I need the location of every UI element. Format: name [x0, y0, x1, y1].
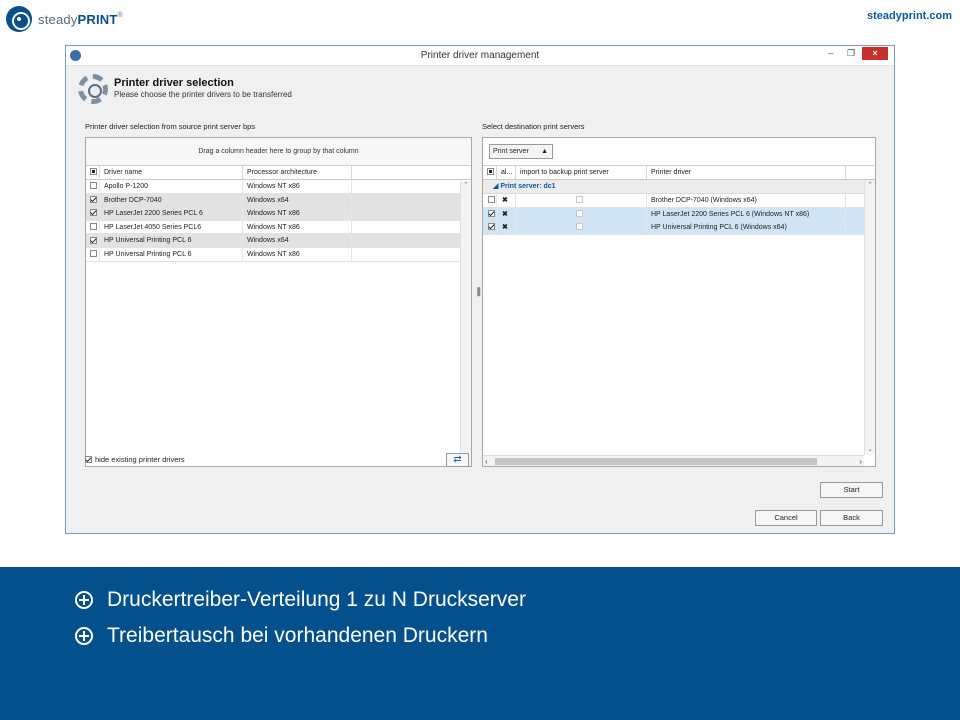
destination-section-label: Select destination print servers — [482, 122, 585, 131]
column-driver-name[interactable]: Driver name — [100, 166, 243, 179]
close-button[interactable]: × — [862, 47, 888, 60]
select-all-checkbox[interactable] — [483, 166, 497, 179]
table-row[interactable]: ✖ HP Universal Printing PCL 6 (Windows x6… — [483, 221, 875, 235]
select-all-checkbox[interactable] — [86, 166, 100, 179]
table-row[interactable]: Brother DCP-7040 Windows x64 — [86, 193, 471, 208]
feature-band: Druckertreiber-Verteilung 1 zu N Druckse… — [0, 567, 960, 720]
steadyprint-bullet-icon — [75, 591, 93, 609]
architecture-cell: Windows x64 — [243, 234, 352, 247]
backup-checkbox[interactable] — [516, 194, 647, 207]
column-action[interactable]: al... — [497, 166, 516, 179]
row-checkbox[interactable] — [86, 207, 100, 220]
destination-driver-rows: ✖ Brother DCP-7040 (Windows x64) ✖ HP Laser… — [483, 194, 875, 235]
row-checkbox[interactable] — [86, 234, 100, 247]
printer-driver-cell: HP LaserJet 2200 Series PCL 6 (Windows N… — [647, 207, 846, 221]
table-row[interactable]: HP Universal Printing PCL 6 Windows x64 — [86, 234, 471, 248]
slide: { "brand": { "word_light": "steady", "wo… — [0, 0, 960, 720]
grid-header: al... import to backup print server Prin… — [483, 166, 875, 180]
driver-name-cell: HP Universal Printing PCL 6 — [100, 247, 243, 261]
brand-wordmark: steadyPRINT® — [38, 11, 123, 27]
printer-driver-cell: Brother DCP-7040 (Windows x64) — [647, 194, 846, 207]
driver-name-cell: HP LaserJet 4050 Series PCL6 — [100, 220, 243, 234]
table-row[interactable]: Apollo P-1200 Windows NT x86 — [86, 180, 471, 194]
architecture-cell: Windows NT x86 — [243, 180, 352, 193]
remove-icon[interactable]: ✖ — [497, 221, 516, 234]
scroll-up-icon[interactable]: ⌃ — [461, 181, 471, 191]
cancel-button[interactable]: Cancel — [755, 510, 817, 526]
table-row[interactable]: HP Universal Printing PCL 6 Windows NT x8… — [86, 247, 471, 262]
group-by-hint: Drag a column header here to group by th… — [86, 138, 471, 166]
architecture-cell: Windows NT x86 — [243, 220, 352, 234]
hide-existing-checkbox[interactable] — [85, 455, 92, 463]
source-driver-grid: Drag a column header here to group by th… — [85, 137, 472, 467]
table-row[interactable]: HP LaserJet 2200 Series PCL 6 Windows NT … — [86, 207, 471, 221]
remove-icon[interactable]: ✖ — [497, 194, 516, 207]
scroll-right-icon[interactable]: › — [859, 456, 862, 467]
bullet-item: Druckertreiber-Verteilung 1 zu N Druckse… — [75, 588, 526, 612]
row-checkbox[interactable] — [86, 220, 100, 234]
refresh-button[interactable]: ⇄ — [446, 453, 469, 467]
brand-logo-group: steadyPRINT® — [6, 4, 123, 34]
bullet-item: Treibertausch bei vorhandenen Druckern — [75, 624, 488, 648]
maximize-button[interactable]: ❐ — [844, 47, 858, 59]
vertical-scrollbar[interactable]: ⌃ ⌄ — [460, 181, 471, 466]
start-button[interactable]: Start — [820, 482, 883, 498]
row-checkbox[interactable] — [86, 193, 100, 207]
steadyprint-bullet-icon — [75, 627, 93, 645]
table-row[interactable]: ✖ HP LaserJet 2200 Series PCL 6 (Windows … — [483, 207, 875, 222]
row-checkbox[interactable] — [483, 194, 497, 207]
minimize-button[interactable]: – — [824, 47, 838, 59]
page-title: Printer driver selection — [114, 77, 234, 89]
printer-driver-management-window: Printer driver management – ❐ × Printer … — [65, 45, 895, 534]
table-row[interactable]: ✖ Brother DCP-7040 (Windows x64) — [483, 194, 875, 208]
title-bar: Printer driver management – ❐ × — [66, 46, 894, 66]
column-import-backup[interactable]: import to backup print server — [516, 166, 647, 179]
row-checkbox[interactable] — [483, 221, 497, 234]
hide-existing-option[interactable]: hide existing printer drivers — [85, 455, 185, 464]
backup-checkbox[interactable] — [516, 221, 647, 234]
remove-icon[interactable]: ✖ — [497, 207, 516, 221]
bullet-text: Druckertreiber-Verteilung 1 zu N Druckse… — [107, 588, 526, 611]
row-checkbox[interactable] — [86, 247, 100, 261]
column-processor-architecture[interactable]: Processor architecture — [243, 166, 352, 179]
page-subtitle: Please choose the printer drivers to be … — [114, 90, 292, 99]
gear-icon — [78, 74, 108, 104]
group-row-print-server[interactable]: ◢ Print server: dc1 — [483, 180, 875, 194]
back-button[interactable]: Back — [820, 510, 883, 526]
steadyprint-logo-icon — [6, 6, 32, 32]
driver-name-cell: HP Universal Printing PCL 6 — [100, 234, 243, 247]
scroll-down-icon[interactable]: ⌄ — [865, 445, 875, 455]
printer-driver-cell: HP Universal Printing PCL 6 (Windows x64… — [647, 221, 846, 234]
source-driver-rows: Apollo P-1200 Windows NT x86 Brother DCP-7… — [86, 180, 471, 262]
group-by-dropdown[interactable]: Print server ▲ — [489, 144, 553, 159]
driver-name-cell: HP LaserJet 2200 Series PCL 6 — [100, 207, 243, 220]
horizontal-scrollbar[interactable]: ‹ › — [483, 455, 864, 466]
grid-header: Driver name Processor architecture — [86, 166, 471, 180]
destination-server-grid: Print server ▲ al... import to backup pri… — [482, 137, 876, 467]
caret-up-icon: ▲ — [541, 148, 548, 155]
backup-checkbox[interactable] — [516, 207, 647, 221]
bullet-text: Treibertausch bei vorhandenen Druckern — [107, 624, 488, 647]
architecture-cell: Windows x64 — [243, 193, 352, 207]
driver-name-cell: Apollo P-1200 — [100, 180, 243, 193]
table-row[interactable]: HP LaserJet 4050 Series PCL6 Windows NT x… — [86, 220, 471, 235]
scroll-thumb[interactable] — [495, 458, 817, 465]
vertical-scrollbar[interactable]: ⌃ ⌄ — [864, 181, 875, 455]
hide-existing-label: hide existing printer drivers — [95, 455, 185, 464]
scroll-up-icon[interactable]: ⌃ — [865, 181, 875, 191]
row-checkbox[interactable] — [483, 207, 497, 221]
row-checkbox[interactable] — [86, 180, 100, 193]
window-title: Printer driver management — [420, 50, 540, 61]
source-section-label: Printer driver selection from source pri… — [85, 122, 256, 131]
column-printer-driver[interactable]: Printer driver — [647, 166, 846, 179]
scroll-left-icon[interactable]: ‹ — [485, 456, 488, 467]
driver-name-cell: Brother DCP-7040 — [100, 193, 243, 207]
architecture-cell: Windows NT x86 — [243, 247, 352, 261]
architecture-cell: Windows NT x86 — [243, 207, 352, 220]
page-header: Printer driver selection Please choose t… — [78, 74, 292, 104]
site-url[interactable]: steadyprint.com — [867, 10, 952, 22]
